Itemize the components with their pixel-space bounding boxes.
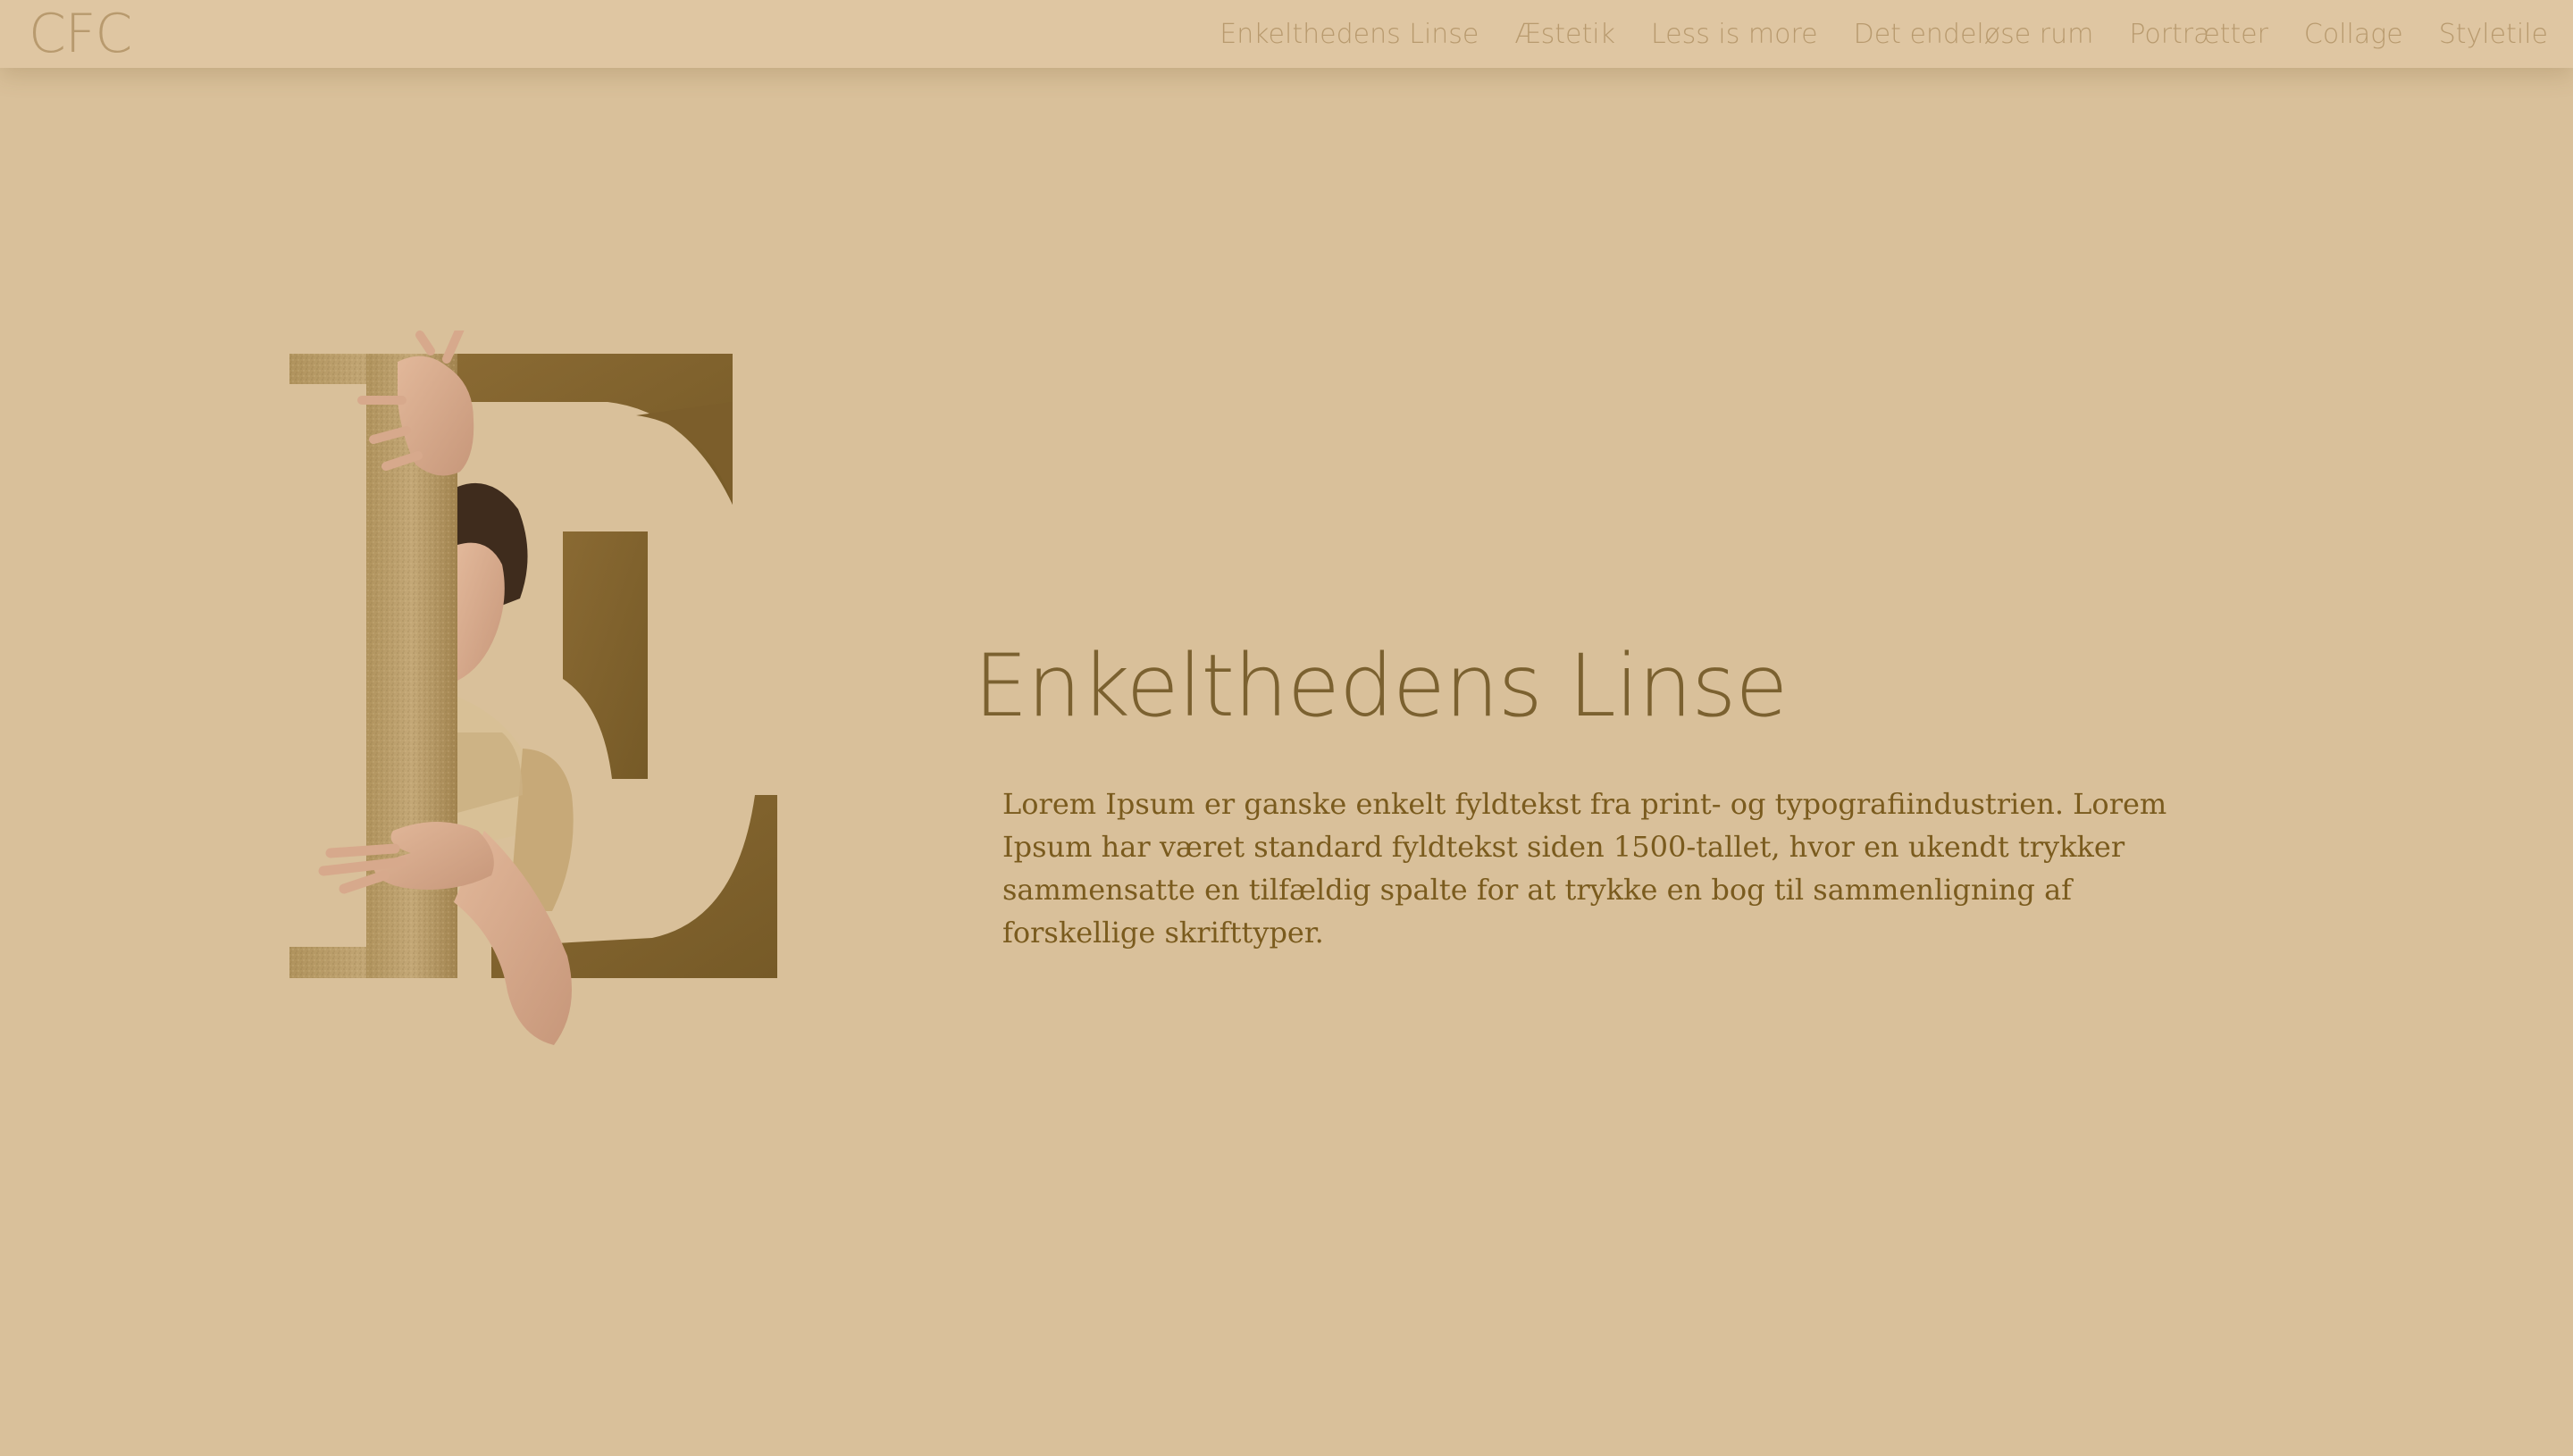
nav-link-aestetik[interactable]: Æstetik (1514, 19, 1615, 50)
letter-e-collage-icon (268, 324, 804, 1045)
nav-link-collage[interactable]: Collage (2304, 19, 2403, 50)
top-navbar: CFC Enkelthedens Linse Æstetik Less is m… (0, 0, 2573, 68)
page-title: Enkelthedens Linse (974, 636, 1788, 736)
nav-link-enkelthedens-linse[interactable]: Enkelthedens Linse (1219, 19, 1479, 50)
site-logo[interactable]: CFC (29, 2, 132, 66)
nav-link-portraetter[interactable]: Portrætter (2129, 19, 2268, 50)
nav-link-styletile[interactable]: Styletile (2439, 19, 2548, 50)
nav-link-less-is-more[interactable]: Less is more (1651, 19, 1818, 50)
main-nav: Enkelthedens Linse Æstetik Less is more … (1219, 0, 2548, 68)
intro-paragraph: Lorem Ipsum er ganske enkelt fyldtekst f… (1002, 787, 2167, 950)
nav-link-det-endelose-rum[interactable]: Det endeløse rum (1854, 19, 2094, 50)
